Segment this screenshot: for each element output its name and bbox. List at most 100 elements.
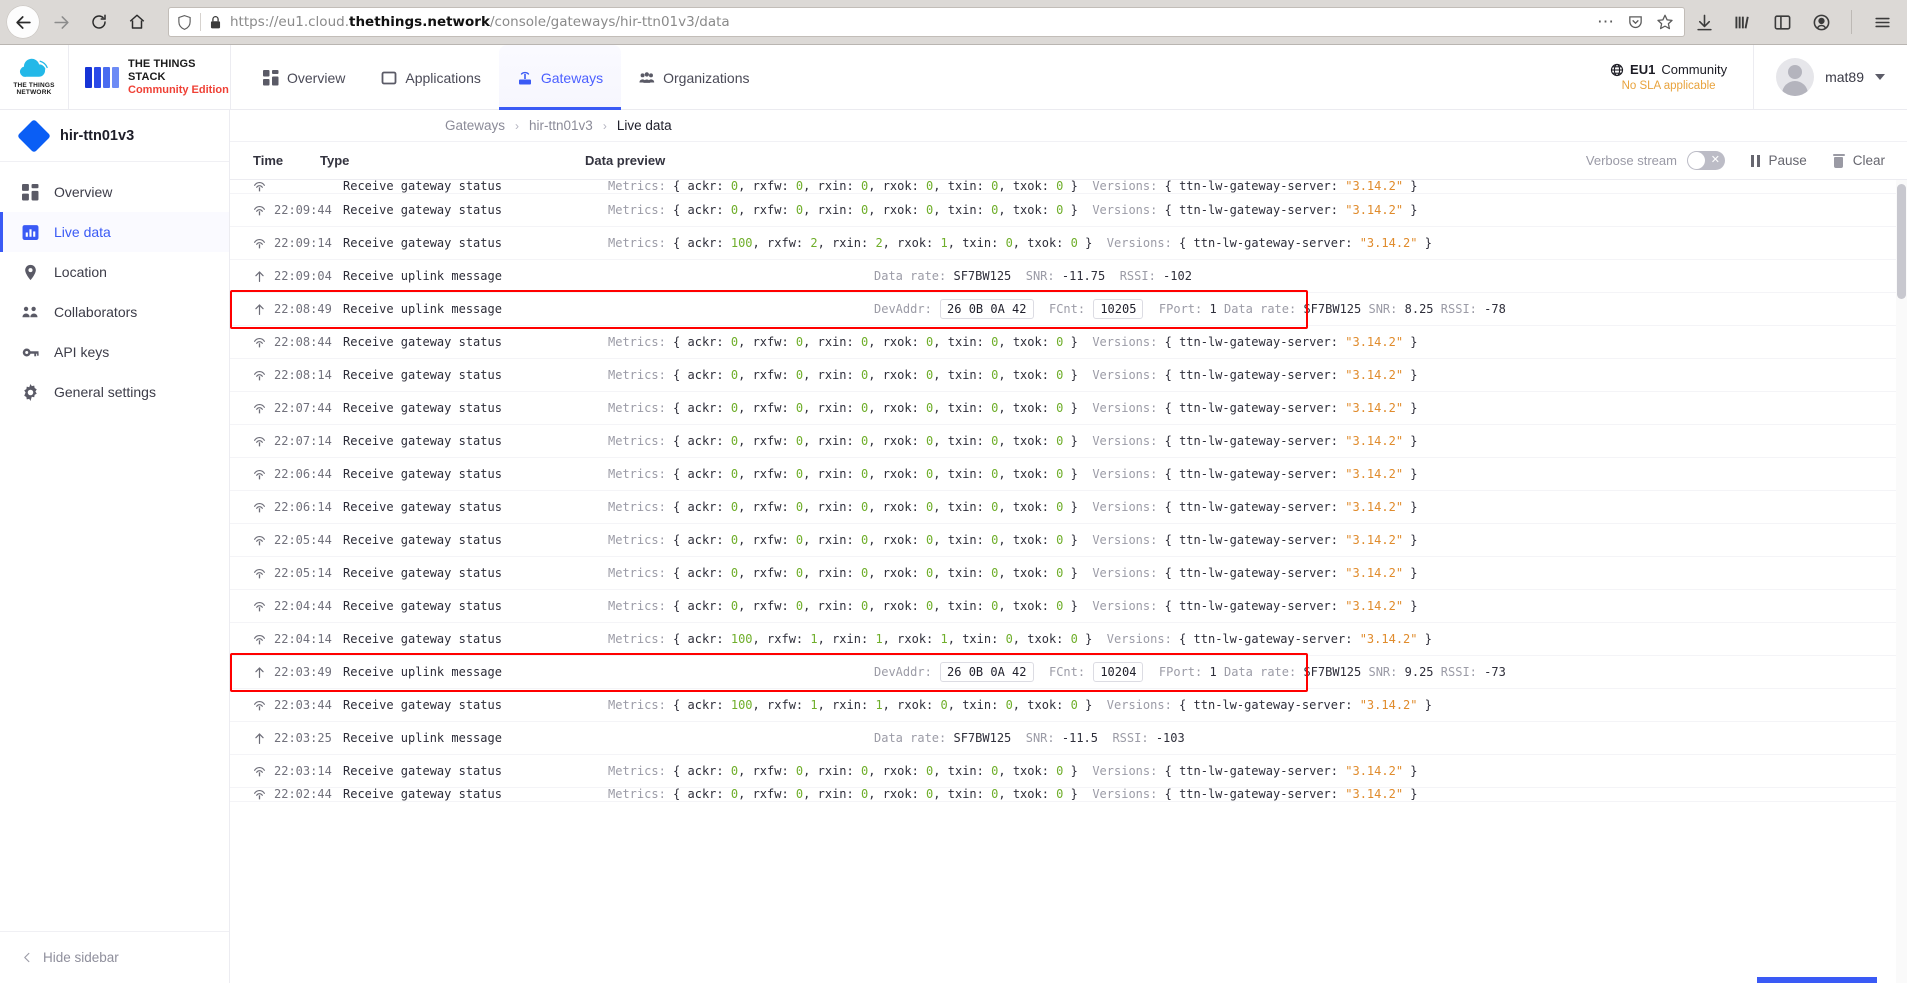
gateway-server-key: ttn-lw-gateway-server: — [1193, 698, 1353, 712]
row-time: 22:05:44 — [230, 533, 343, 547]
library-icon[interactable] — [1734, 13, 1753, 32]
sidebar-item-collaborators[interactable]: Collaborators — [0, 292, 229, 332]
row-time-value: 22:06:44 — [274, 467, 332, 481]
row-data-preview: Metrics: { ackr: 0, rxfw: 0, rxin: 0, rx… — [608, 467, 1418, 481]
metric-key-rxin: rxin: — [817, 764, 854, 778]
table-row[interactable]: 22:02:44 Receive gateway status Metrics: {… — [230, 788, 1907, 802]
nav-tab-overview[interactable]: Overview — [245, 45, 363, 110]
breadcrumb-item-gateways[interactable]: Gateways — [445, 118, 505, 133]
table-row[interactable]: 22:05:14 Receive gateway status Metrics: {… — [230, 557, 1907, 590]
ttn-logo[interactable]: THE THINGS NETWORK — [0, 45, 69, 109]
dev-addr-value[interactable]: 26 0B 0A 42 — [940, 662, 1034, 682]
lock-icon[interactable] — [209, 15, 222, 30]
sidebar-item-api-keys[interactable]: API keys — [0, 332, 229, 372]
table-row[interactable]: 22:09:14 Receive gateway status Metrics: {… — [230, 227, 1907, 260]
table-row[interactable]: 22:03:14 Receive gateway status Metrics: {… — [230, 755, 1907, 788]
fcnt-value[interactable]: 10205 — [1093, 299, 1144, 319]
table-row[interactable]: 22:08:49 Receive uplink message DevAddr: 2… — [230, 293, 1907, 326]
metric-key-txin: txin: — [947, 500, 984, 514]
metrics-label: Metrics: — [608, 764, 666, 778]
fcnt-value[interactable]: 10204 — [1093, 662, 1144, 682]
sidebar-item-location[interactable]: Location — [0, 252, 229, 292]
row-type: Receive uplink message — [343, 731, 502, 745]
table-row[interactable]: 22:06:14 Receive gateway status Metrics: {… — [230, 491, 1907, 524]
metric-key-ackr: ackr: — [687, 335, 724, 349]
hamburger-menu-icon[interactable] — [1872, 13, 1893, 32]
download-icon[interactable] — [1695, 13, 1714, 32]
table-row[interactable]: Receive gateway status Metrics: { ackr: 0… — [230, 180, 1907, 194]
breadcrumb-item-gateway[interactable]: hir-ttn01v3 — [529, 118, 593, 133]
shield-icon[interactable] — [177, 14, 192, 31]
table-row[interactable]: 22:08:44 Receive gateway status Metrics: {… — [230, 326, 1907, 359]
metric-value-txok: 0 — [1056, 434, 1064, 448]
scrollbar-track[interactable] — [1896, 180, 1907, 983]
nav-tab-organizations[interactable]: Organizations — [621, 45, 767, 110]
table-row[interactable]: 22:06:44 Receive gateway status Metrics: {… — [230, 458, 1907, 491]
url-text[interactable]: https://eu1.cloud.thethings.network/cons… — [230, 14, 1589, 30]
forward-button[interactable] — [44, 5, 78, 39]
table-row[interactable]: 22:07:14 Receive gateway status Metrics: {… — [230, 425, 1907, 458]
table-row[interactable]: 22:08:14 Receive gateway status Metrics: {… — [230, 359, 1907, 392]
versions-label: Versions: — [1092, 203, 1158, 217]
snr-value: 9.25 — [1404, 665, 1434, 679]
account-icon[interactable] — [1812, 13, 1831, 32]
metric-key-txok: txok: — [1012, 467, 1049, 481]
clear-button[interactable]: Clear — [1832, 153, 1885, 168]
verbose-stream-control[interactable]: Verbose stream ✕ — [1586, 151, 1725, 170]
table-row[interactable]: 22:09:44 Receive gateway status Metrics: {… — [230, 194, 1907, 227]
table-row[interactable]: 22:03:49 Receive uplink message DevAddr: 2… — [230, 656, 1907, 689]
metric-key-ackr: ackr: — [687, 599, 724, 613]
metric-value-txin: 0 — [1005, 236, 1013, 250]
table-row[interactable]: 22:03:44 Receive gateway status Metrics: {… — [230, 689, 1907, 722]
header-right: EU1 Community No SLA applicable mat89 — [1610, 44, 1907, 110]
event-rows[interactable]: Receive gateway status Metrics: { ackr: 0… — [230, 180, 1907, 983]
metrics-label: Metrics: — [608, 180, 666, 193]
row-type: Receive gateway status — [343, 434, 502, 448]
table-row[interactable]: 22:04:44 Receive gateway status Metrics: {… — [230, 590, 1907, 623]
metric-value-txin: 0 — [1005, 632, 1013, 646]
table-row[interactable]: 22:07:44 Receive gateway status Metrics: {… — [230, 392, 1907, 425]
metric-key-txin: txin: — [947, 203, 984, 217]
nav-tab-applications[interactable]: Applications — [363, 45, 499, 110]
sidebar-icon[interactable] — [1773, 13, 1792, 32]
reload-button[interactable] — [82, 5, 116, 39]
snr-value: -11.5 — [1061, 731, 1098, 745]
scrollbar-thumb[interactable] — [1897, 184, 1906, 299]
pause-button[interactable]: Pause — [1750, 153, 1807, 168]
table-row[interactable]: 22:09:04 Receive uplink message Data rate:… — [230, 260, 1907, 293]
metric-key-rxfw: rxfw: — [752, 434, 789, 448]
metric-key-rxfw: rxfw: — [752, 335, 789, 349]
metric-key-txin: txin: — [947, 788, 984, 801]
star-icon[interactable] — [1656, 13, 1674, 31]
gateway-server-version: "3.14.2" — [1359, 632, 1418, 646]
cluster-info[interactable]: EU1 Community No SLA applicable — [1610, 62, 1753, 92]
verbose-stream-toggle[interactable]: ✕ — [1686, 151, 1725, 170]
metric-value-txok: 0 — [1056, 533, 1064, 547]
sidebar-gateway-header[interactable]: hir-ttn01v3 — [0, 110, 229, 162]
table-row[interactable]: 22:03:25 Receive uplink message Data rate:… — [230, 722, 1907, 755]
sidebar-item-live-data[interactable]: Live data — [0, 212, 229, 252]
table-row[interactable]: 22:04:14 Receive gateway status Metrics: {… — [230, 623, 1907, 656]
home-button[interactable] — [120, 5, 154, 39]
versions-label: Versions: — [1092, 368, 1158, 382]
row-time: 22:09:04 — [230, 269, 343, 283]
metrics-label: Metrics: — [608, 203, 666, 217]
hide-sidebar-button[interactable]: Hide sidebar — [0, 931, 229, 983]
ellipsis-icon[interactable]: ⋯ — [1597, 13, 1615, 30]
metric-key-rxin: rxin: — [817, 335, 854, 349]
stack-branding[interactable]: THE THINGS STACK Community Edition — [69, 45, 231, 109]
sidebar-item-overview[interactable]: Overview — [0, 172, 229, 212]
url-bar[interactable]: https://eu1.cloud.thethings.network/cons… — [168, 7, 1685, 37]
sidebar-item-general-settings[interactable]: General settings — [0, 372, 229, 412]
table-row[interactable]: 22:05:44 Receive gateway status Metrics: {… — [230, 524, 1907, 557]
gateway-icon — [518, 71, 531, 84]
uplink-arrow-icon — [255, 732, 264, 744]
dev-addr-value[interactable]: 26 0B 0A 42 — [940, 299, 1034, 319]
pocket-icon[interactable] — [1627, 14, 1644, 31]
back-button[interactable] — [6, 5, 40, 39]
row-data-preview: Metrics: { ackr: 0, rxfw: 0, rxin: 0, rx… — [608, 368, 1418, 382]
nav-tab-gateways[interactable]: Gateways — [498, 45, 622, 110]
metric-key-ackr: ackr: — [687, 764, 724, 778]
user-menu[interactable]: mat89 — [1753, 44, 1907, 110]
gateway-status-icon — [254, 337, 265, 347]
